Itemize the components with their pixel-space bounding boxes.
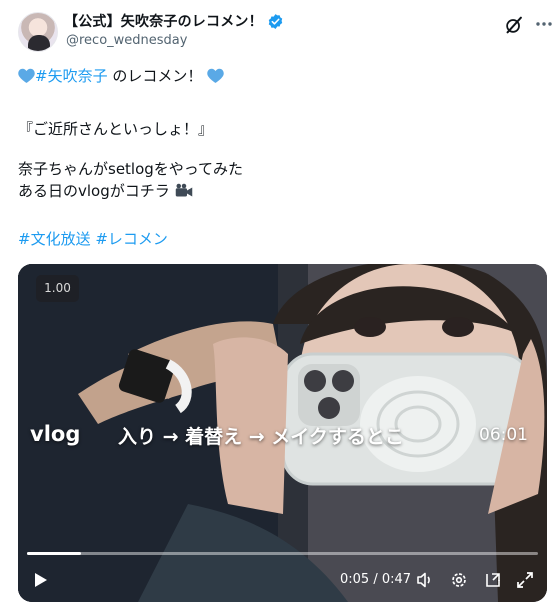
line1-text: のレコメン！ xyxy=(107,67,203,85)
video-time-readout: 0:05 / 0:47 xyxy=(340,572,412,587)
video-caption-text: 入り → 着替え → メイクするとこ xyxy=(118,426,404,448)
tweet-line-2: 『ご近所さんといっしょ！』 xyxy=(18,120,214,138)
tweet-header: 【公式】矢吹奈子のレコメン！ @reco_wednesday xyxy=(0,0,560,56)
name-row: 【公式】矢吹奈子のレコメン！ xyxy=(64,11,284,31)
video-controls: 0:05 / 0:47 xyxy=(18,564,547,598)
tweet-line-1: #矢吹奈子 のレコメン！ xyxy=(18,66,224,86)
video-progress-fill xyxy=(27,552,82,555)
grok-icon[interactable] xyxy=(503,14,525,36)
verified-badge-icon xyxy=(268,13,283,29)
video-camera-icon xyxy=(175,183,192,197)
fullscreen-icon[interactable] xyxy=(515,570,535,590)
playback-speed-badge[interactable]: 1.00 xyxy=(36,275,79,302)
tweet-hashtags: #文化放送 #レコメン xyxy=(18,229,168,249)
blue-heart-icon xyxy=(207,68,224,83)
settings-icon[interactable] xyxy=(449,570,469,590)
volume-icon[interactable] xyxy=(415,570,435,590)
tweet-line-3: 奈子ちゃんがsetlogをやってみた xyxy=(18,160,244,178)
display-name[interactable]: 【公式】矢吹奈子のレコメン！ xyxy=(64,11,263,31)
hashtag-bunka[interactable]: #文化放送 xyxy=(18,230,91,248)
handle[interactable]: @reco_wednesday xyxy=(66,33,187,48)
hashtag-link[interactable]: #矢吹奈子 xyxy=(35,67,108,85)
video-caption-vlog: vlog xyxy=(30,422,81,446)
blue-heart-icon xyxy=(18,68,35,83)
video-player[interactable]: 1.00 vlog 入り → 着替え → メイクするとこ 06:01 0:05 … xyxy=(18,264,547,602)
tweet-line-4: ある日のvlogがコチラ xyxy=(18,181,193,201)
more-icon[interactable] xyxy=(534,14,554,34)
video-progress-bar[interactable] xyxy=(27,552,538,555)
line4-text: ある日のvlogがコチラ xyxy=(18,182,170,200)
video-time-current: 0:05 xyxy=(340,572,370,587)
dock-video-icon[interactable] xyxy=(483,570,503,590)
play-icon[interactable] xyxy=(30,570,50,590)
hashtag-recomen[interactable]: #レコメン xyxy=(95,230,168,248)
video-caption-time: 06:01 xyxy=(479,425,528,445)
video-time-total: 0:47 xyxy=(381,572,412,587)
avatar[interactable] xyxy=(18,12,58,52)
